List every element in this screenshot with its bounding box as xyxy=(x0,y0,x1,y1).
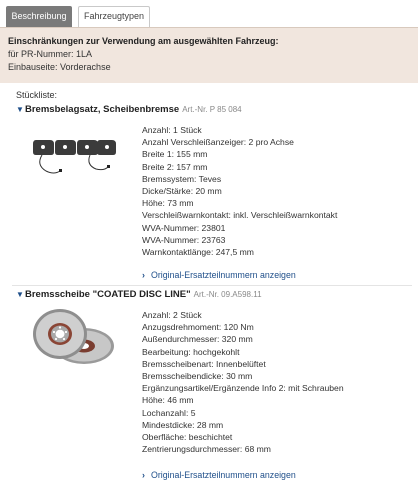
brake-disc-image xyxy=(33,309,114,364)
property-row: Zentrierungsdurchmesser: 68 mm xyxy=(142,444,271,455)
restrictions-panel: Einschränkungen zur Verwendung am ausgew… xyxy=(0,27,418,83)
property-row: Außendurchmesser: 320 mm xyxy=(142,334,253,345)
property-row: Bremsscheibendicke: 30 mm xyxy=(142,370,253,381)
property-row: Mindestdicke: 28 mm xyxy=(142,419,224,430)
item-properties-brake-disc: Anzahl: 2 Stück Anzugsdrehmoment: 120 Nm… xyxy=(142,309,344,455)
property-row: Dicke/Stärke: 20 mm xyxy=(142,185,222,196)
item-divider xyxy=(12,285,412,286)
chevron-right-icon: › xyxy=(142,270,145,280)
item-name: Bremsscheibe "COATED DISC LINE" xyxy=(25,289,191,300)
property-row: Anzahl: 2 Stück xyxy=(142,310,202,320)
property-row: Lochanzahl: 5 xyxy=(142,407,196,418)
property-row: Warnkontaktlänge: 247,5 mm xyxy=(142,246,254,257)
property-row: Anzugsdrehmoment: 120 Nm xyxy=(142,322,254,333)
property-row: Bremssystem: Teves xyxy=(142,173,222,184)
item-name: Bremsbelagsatz, Scheibenbremse xyxy=(25,104,180,115)
property-row: Bearbeitung: hochgekohlt xyxy=(142,346,240,357)
property-row: WVA-Nummer: 23801 xyxy=(142,222,226,233)
tab-bar: Beschreibung Fahrzeugtypen xyxy=(0,0,418,30)
restriction-pr-number: für PR-Nummer: 1LA xyxy=(8,49,93,59)
property-row: Höhe: 46 mm xyxy=(142,395,194,406)
property-row: Höhe: 73 mm xyxy=(142,198,194,209)
item-article-number: Art.-Nr. 09.A598.11 xyxy=(193,290,262,299)
chevron-right-icon: › xyxy=(142,470,145,480)
item-article-number: Art.-Nr. P 85 084 xyxy=(182,105,242,114)
oe-numbers-link-label[interactable]: Original-Ersatzteilnummern anzeigen xyxy=(151,270,296,280)
property-row: Anzahl: 1 Stück xyxy=(142,125,202,135)
property-row: Bremsscheibenart: Innenbelüftet xyxy=(142,358,266,369)
oe-numbers-link-brake-disc[interactable]: › Original-Ersatzteilnummern anzeigen xyxy=(142,470,296,480)
property-row: Breite 1: 155 mm xyxy=(142,149,208,160)
property-row: Verschleißwarnkontakt: inkl. Verschleißw… xyxy=(142,210,338,221)
stueckliste-label: Stückliste: xyxy=(16,90,58,100)
chevron-down-icon[interactable]: ▼ xyxy=(16,290,25,299)
tab-fahrzeugtypen[interactable]: Fahrzeugtypen xyxy=(78,6,150,27)
restrictions-title: Einschränkungen zur Verwendung am ausgew… xyxy=(8,36,279,46)
tab-beschreibung[interactable]: Beschreibung xyxy=(6,6,72,27)
item-properties-brake-pads: Anzahl: 1 Stück Anzahl Verschleißanzeige… xyxy=(142,124,337,258)
property-row: Anzahl Verschleißanzeiger: 2 pro Achse xyxy=(142,137,294,148)
property-row: Ergänzungsartikel/Ergänzende Info 2: mit… xyxy=(142,383,344,394)
property-row: Breite 2: 157 mm xyxy=(142,161,208,172)
brake-pads-image xyxy=(33,140,116,174)
oe-numbers-link-brake-pads[interactable]: › Original-Ersatzteilnummern anzeigen xyxy=(142,270,296,280)
item-header-brake-pads[interactable]: ▼Bremsbelagsatz, Scheibenbremse Art.-Nr. … xyxy=(16,104,242,118)
chevron-down-icon[interactable]: ▼ xyxy=(16,105,25,114)
oe-numbers-link-label[interactable]: Original-Ersatzteilnummern anzeigen xyxy=(151,470,296,480)
property-row: WVA-Nummer: 23763 xyxy=(142,234,226,245)
property-row: Oberfläche: beschichtet xyxy=(142,431,233,442)
restriction-install-side: Einbauseite: Vorderachse xyxy=(8,62,111,72)
item-header-brake-disc[interactable]: ▼Bremsscheibe "COATED DISC LINE" Art.-Nr.… xyxy=(16,289,262,303)
